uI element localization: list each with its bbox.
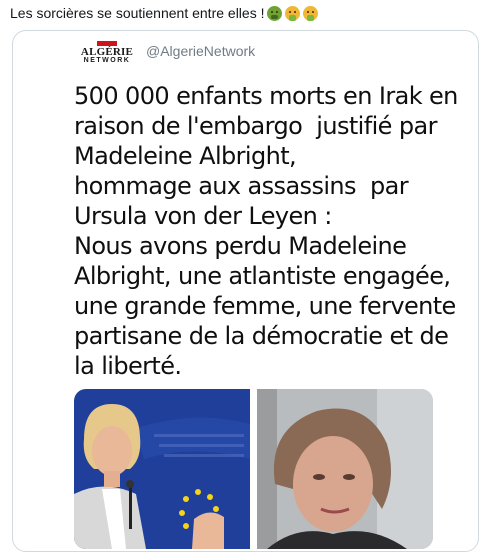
ursula-von-der-leyen-photo[interactable] xyxy=(74,389,250,549)
account-handle[interactable]: @AlgerieNetwork xyxy=(146,42,255,60)
vomiting-face-icon xyxy=(303,5,319,21)
vomiting-face-icon xyxy=(285,5,301,21)
sick-face-icon xyxy=(267,5,283,21)
caption-text: Les sorcières se soutiennent entre elles… xyxy=(10,5,265,21)
madeleine-albright-photo[interactable] xyxy=(257,389,433,549)
quoted-tweet-card[interactable]: ALGÉRIE NETWORK @AlgerieNetwork 500 000 … xyxy=(12,30,479,552)
algerie-network-logo[interactable]: ALGÉRIE NETWORK xyxy=(79,41,135,65)
logo-sub-text: NETWORK xyxy=(83,57,131,64)
post-caption: Les sorcières se soutiennent entre elles… xyxy=(10,4,319,22)
tweet-text: 500 000 enfants morts en Irak en raison … xyxy=(74,82,458,380)
